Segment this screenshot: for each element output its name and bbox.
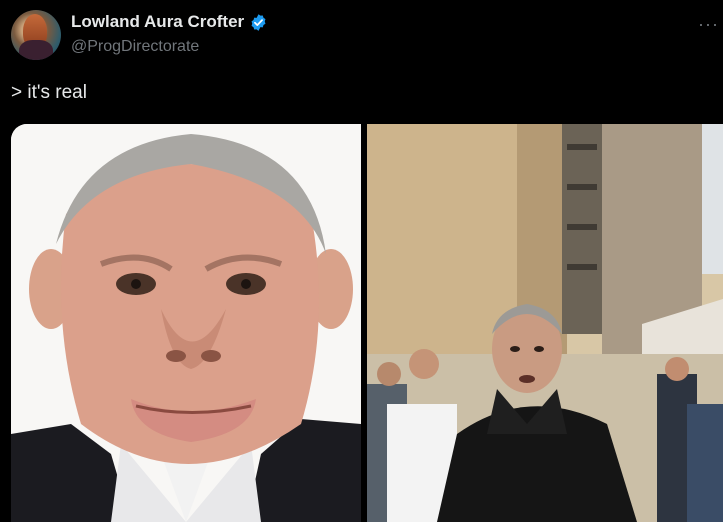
author-handle[interactable]: @ProgDirectorate xyxy=(71,38,199,56)
media-image-left[interactable] xyxy=(11,124,361,522)
avatar-body xyxy=(19,40,53,60)
outdoor-photo xyxy=(367,124,723,522)
edited-face-illustration xyxy=(11,124,361,522)
tweet-media[interactable] xyxy=(11,124,723,522)
author-name-row: Lowland Aura Crofter xyxy=(71,12,268,32)
verified-badge-icon xyxy=(251,13,266,31)
media-image-right[interactable] xyxy=(367,124,723,522)
more-options-icon[interactable]: ··· xyxy=(698,14,719,35)
author-avatar[interactable] xyxy=(11,10,61,60)
author-name[interactable]: Lowland Aura Crofter xyxy=(71,12,244,32)
tweet-text: > it's real xyxy=(11,82,87,103)
